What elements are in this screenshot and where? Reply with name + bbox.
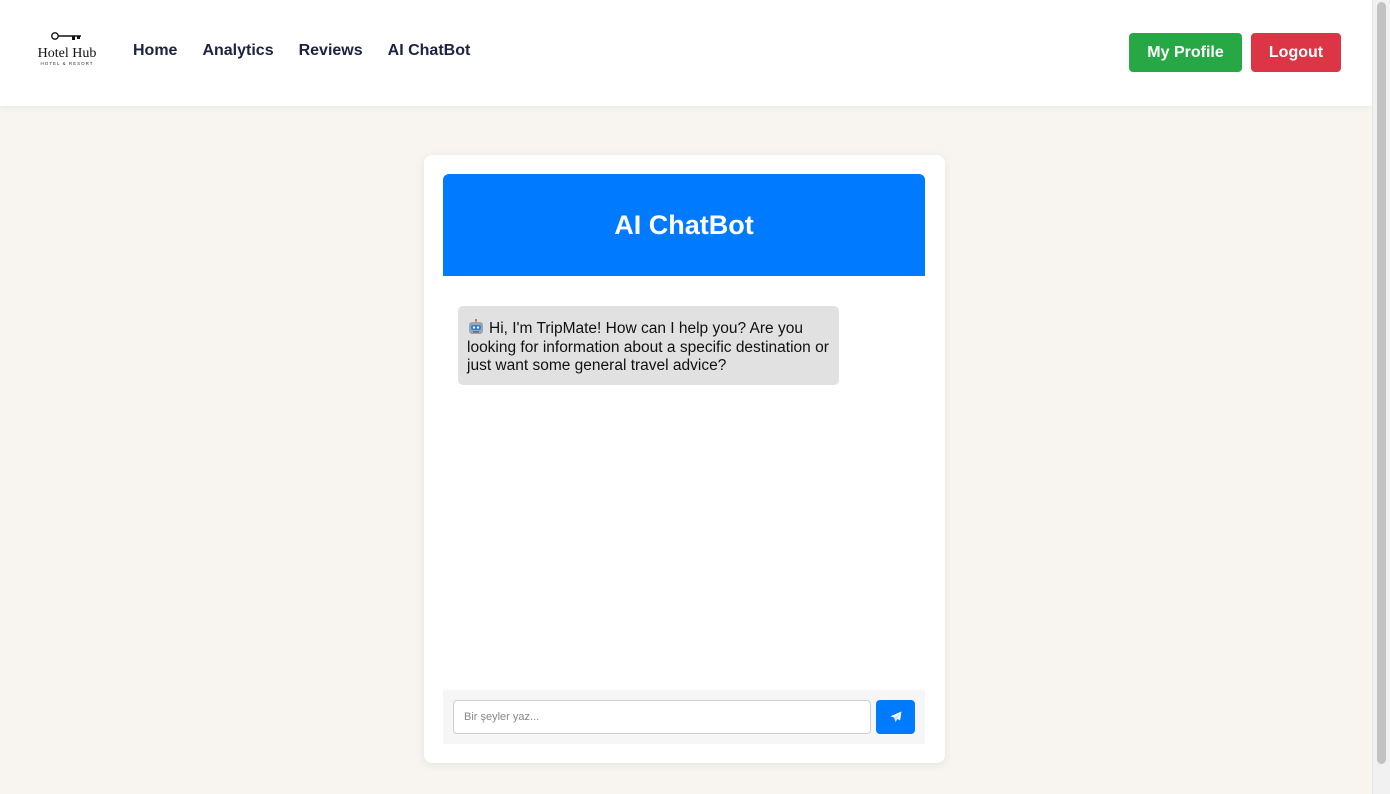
chat-title: AI ChatBot <box>614 209 754 240</box>
my-profile-button[interactable]: My Profile <box>1129 33 1242 72</box>
scrollbar-thumb[interactable] <box>1377 2 1386 764</box>
brand-name: Hotel Hub <box>37 46 97 61</box>
chat-input-bar <box>443 690 925 744</box>
paper-plane-icon <box>890 711 901 722</box>
nav-links: Home Analytics Reviews AI ChatBot <box>133 42 495 60</box>
chat-message-input[interactable] <box>453 700 871 734</box>
top-navbar: Hotel Hub HOTEL & RESORT Home Analytics … <box>0 0 1372 106</box>
nav-link-ai-chatbot[interactable]: AI ChatBot <box>388 42 471 60</box>
chat-header: AI ChatBot <box>443 174 925 276</box>
robot-icon <box>467 319 485 335</box>
bot-message: Hi, I'm TripMate! How can I help you? Ar… <box>458 306 839 385</box>
brand-tagline: HOTEL & RESORT <box>40 61 94 66</box>
nav-link-reviews[interactable]: Reviews <box>299 42 363 60</box>
bot-message-text: Hi, I'm TripMate! How can I help you? Ar… <box>467 320 829 374</box>
send-button[interactable] <box>876 700 915 734</box>
nav-link-analytics[interactable]: Analytics <box>202 42 273 60</box>
hotel-hub-logo[interactable]: Hotel Hub HOTEL & RESORT <box>36 30 98 70</box>
nav-link-home[interactable]: Home <box>133 42 177 60</box>
key-icon <box>51 32 81 40</box>
logout-button[interactable]: Logout <box>1251 33 1341 72</box>
chat-card: AI ChatBot Hi, I'm TripMate! How can I h… <box>424 155 945 763</box>
message-list[interactable]: Hi, I'm TripMate! How can I help you? Ar… <box>443 276 925 690</box>
page-scrollbar[interactable] <box>1372 0 1390 794</box>
